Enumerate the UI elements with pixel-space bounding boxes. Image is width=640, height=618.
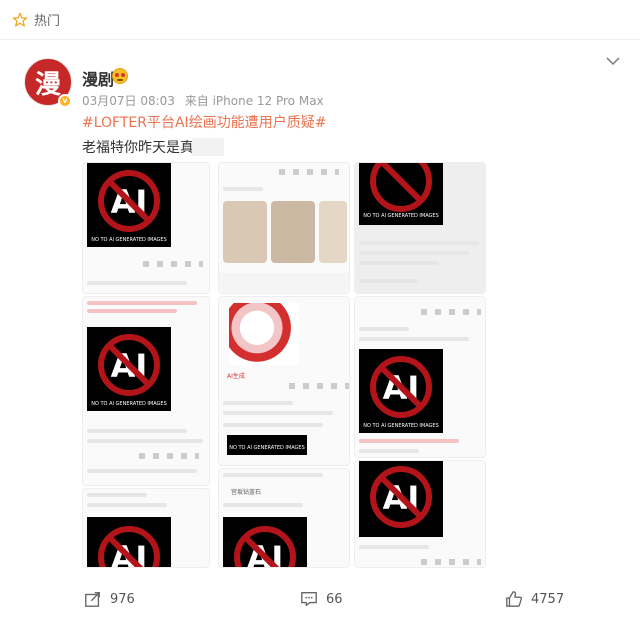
text-line — [87, 309, 177, 313]
hashtag-link[interactable]: #LOFTER平台AI绘画功能遭用户质疑# — [82, 112, 326, 132]
no-ai-icon: NO TO AI GENERATED IMAGES — [229, 445, 305, 451]
action-icons — [289, 383, 349, 389]
hot-label[interactable]: 热门 — [34, 10, 60, 29]
no-ai-badge: AI — [359, 461, 443, 537]
text-line — [223, 187, 263, 191]
no-ai-badge: AI — [87, 517, 171, 567]
share-icon — [85, 592, 100, 607]
tab-bar — [219, 273, 349, 293]
text-line — [359, 545, 429, 549]
no-ai-badge: AI NO TO AI GENERATED IMAGES — [87, 327, 171, 411]
screenshot-6[interactable]: AI NO TO AI GENERATED IMAGES — [354, 296, 486, 458]
text-line — [87, 503, 167, 507]
text-line — [359, 449, 419, 453]
screenshot-3[interactable]: NO TO AI GENERATED IMAGES — [354, 162, 486, 294]
emoji-icon — [112, 68, 128, 84]
text-line — [359, 439, 459, 443]
top-bar: 热门 — [0, 0, 640, 40]
text-line — [223, 503, 303, 507]
text-line — [223, 411, 333, 415]
comment-user: 宫坂钻蓝石 — [231, 489, 262, 496]
text-line — [87, 493, 147, 497]
post-source: 来自 iPhone 12 Pro Max — [184, 94, 324, 108]
text-line — [359, 279, 419, 283]
anime-illustration — [229, 303, 299, 365]
screenshot-9[interactable]: AI — [354, 460, 486, 568]
screenshot-8[interactable]: 宫坂钻蓝石 AI — [218, 468, 350, 568]
no-ai-icon: NO TO AI GENERATED IMAGES — [363, 163, 439, 219]
star-icon — [12, 12, 28, 27]
text-line — [87, 439, 203, 443]
post-time[interactable]: 03月07日 08:03 — [82, 94, 175, 108]
like-button[interactable]: 4757 — [505, 590, 564, 608]
screenshot-7[interactable]: AI — [82, 488, 210, 568]
comment-count: 66 — [326, 591, 343, 607]
no-ai-badge: AI — [223, 517, 307, 567]
text-line — [87, 281, 187, 285]
screenshot-4[interactable]: AI NO TO AI GENERATED IMAGES — [82, 296, 210, 486]
text-line — [359, 241, 479, 245]
repost-button[interactable]: 976 — [84, 590, 135, 608]
text-redaction — [192, 138, 224, 156]
no-ai-icon: AI NO TO AI GENERATED IMAGES — [91, 170, 167, 243]
post-meta: 03月07日 08:03 来自 iPhone 12 Pro Max — [82, 92, 330, 109]
no-ai-badge: AI NO TO AI GENERATED IMAGES — [359, 349, 443, 433]
svg-text:NO TO AI GENERATED IMAGES: NO TO AI GENERATED IMAGES — [229, 445, 305, 451]
text-line — [223, 401, 293, 405]
action-icons — [421, 309, 481, 315]
action-icons — [279, 169, 339, 175]
thumbs-up-icon — [506, 591, 523, 607]
svg-text:NO TO AI GENERATED IMAGES: NO TO AI GENERATED IMAGES — [91, 237, 167, 243]
verified-badge-icon: v — [58, 94, 72, 108]
no-ai-icon: AI — [370, 466, 432, 528]
no-ai-badge: AI NO TO AI GENERATED IMAGES — [87, 163, 171, 247]
no-ai-icon: AI — [98, 526, 160, 567]
text-line — [87, 429, 187, 433]
no-ai-badge: NO TO AI GENERATED IMAGES — [359, 163, 443, 225]
text-line — [359, 251, 469, 255]
text-line — [359, 327, 409, 331]
no-ai-icon: AI — [234, 526, 296, 567]
text-line — [359, 261, 439, 265]
svg-text:NO TO AI GENERATED IMAGES: NO TO AI GENERATED IMAGES — [91, 401, 167, 407]
text-line — [223, 423, 323, 427]
action-icons — [421, 559, 481, 565]
no-ai-badge: NO TO AI GENERATED IMAGES — [227, 435, 307, 455]
svg-text:NO TO AI GENERATED IMAGES: NO TO AI GENERATED IMAGES — [363, 423, 439, 429]
repost-count: 976 — [110, 591, 135, 607]
comment-icon — [301, 592, 317, 606]
text-line — [223, 473, 323, 477]
image-caption: AI生成 — [227, 373, 245, 380]
card-thumb — [271, 201, 315, 263]
post-text: 老福特你昨天是真 — [82, 140, 194, 156]
text-line — [87, 301, 197, 305]
action-icons — [139, 453, 199, 459]
card-thumb — [223, 201, 267, 263]
no-ai-icon: AI NO TO AI GENERATED IMAGES — [91, 334, 167, 407]
svg-text:NO TO AI GENERATED IMAGES: NO TO AI GENERATED IMAGES — [363, 213, 439, 219]
no-ai-icon: AI NO TO AI GENERATED IMAGES — [363, 356, 439, 429]
action-bar: 976 66 4757 — [0, 584, 640, 618]
screenshot-2[interactable] — [218, 162, 350, 294]
screenshot-5[interactable]: AI生成 NO TO AI GENERATED IMAGES — [218, 296, 350, 466]
like-count: 4757 — [531, 591, 565, 607]
username[interactable]: 漫剧 — [82, 66, 114, 90]
card-thumb — [319, 201, 347, 263]
text-line — [359, 337, 469, 341]
action-icons — [143, 261, 203, 267]
chevron-down-icon[interactable] — [606, 56, 620, 66]
screenshot-1[interactable]: AI NO TO AI GENERATED IMAGES — [82, 162, 210, 294]
comment-button[interactable]: 66 — [300, 590, 343, 608]
text-line — [87, 469, 197, 473]
